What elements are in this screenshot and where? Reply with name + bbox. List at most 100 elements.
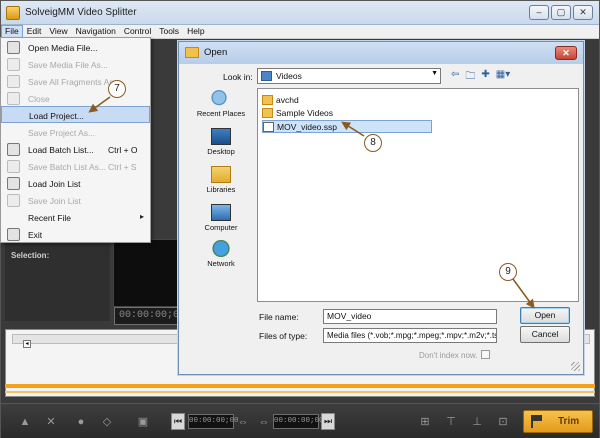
submenu-arrow-icon: ▸ [140, 212, 145, 221]
menu-item-label: Load Join List [28, 179, 81, 189]
dont-index-checkbox[interactable] [481, 350, 490, 359]
step-back-icon[interactable]: ⇔ [258, 416, 270, 428]
snapshot-icon[interactable]: ▣ [137, 416, 149, 428]
timeline-track[interactable] [5, 384, 595, 388]
dialog-nav-toolbar: ⇦ 🗀 ✚ ▦▾ [451, 69, 510, 86]
recent-places-icon [211, 90, 231, 107]
eject-icon[interactable]: ▲ [19, 416, 31, 428]
open-dialog: Open ✕ Look in: Videos ▼ ⇦ 🗀 ✚ ▦▾ Recent… [178, 41, 584, 375]
like-icon[interactable]: ● [75, 416, 87, 428]
place-recent-places[interactable]: Recent Places [187, 90, 255, 118]
menu-item-shortcut: Ctrl + O [108, 145, 138, 155]
menu-item-label: Save Join List [28, 196, 81, 206]
place-computer[interactable]: Computer [187, 204, 255, 232]
look-in-value: Videos [276, 71, 302, 81]
place-label: Recent Places [196, 109, 246, 118]
menu-item-open-media-file[interactable]: Open Media File... [1, 39, 150, 56]
file-name: avchd [276, 95, 299, 105]
menu-item-save-all-fragments: Save All Fragments As... [1, 73, 150, 90]
save-list-icon [7, 160, 20, 173]
menu-item-load-project[interactable]: Load Project... [1, 106, 150, 123]
menu-item-save-project: Save Project As... [1, 124, 150, 141]
resize-grip-icon[interactable] [571, 362, 580, 371]
dialog-close-button[interactable]: ✕ [555, 46, 577, 60]
file-name: MOV_video.ssp [277, 122, 337, 132]
list-item[interactable]: avchd [262, 94, 432, 107]
flag-icon [531, 415, 543, 428]
videos-folder-icon [261, 71, 272, 81]
cut-segment-icon[interactable]: ⊞ [419, 416, 431, 428]
step-icon[interactable]: ⇔ [237, 416, 249, 428]
menu-help[interactable]: Help [183, 25, 208, 38]
place-label: Desktop [207, 147, 235, 156]
menu-item-label: Save Project As... [28, 128, 96, 138]
place-desktop[interactable]: Desktop [187, 128, 255, 156]
list-item[interactable]: Sample Videos [262, 107, 432, 120]
places-bar: Recent Places Desktop Libraries Computer… [187, 90, 255, 274]
comment-icon[interactable]: ◇ [101, 416, 113, 428]
callout-9: 9 [499, 263, 517, 281]
callout-8: 8 [364, 134, 382, 152]
player-timecode[interactable]: 00:00:00;00 [114, 307, 180, 325]
save-join-icon [7, 194, 20, 207]
menu-item-label: Load Project... [29, 111, 84, 121]
project-file-icon [263, 122, 274, 132]
menu-item-label: Save Media File As... [28, 60, 108, 70]
menu-tools[interactable]: Tools [155, 25, 183, 38]
open-folder-icon [7, 41, 20, 54]
list-item-selected[interactable]: MOV_video.ssp [262, 120, 432, 133]
menu-item-label: Close [28, 94, 50, 104]
menu-item-load-batch-list[interactable]: Load Batch List... Ctrl + O [1, 141, 150, 158]
back-arrow-icon[interactable]: ⇦ [451, 69, 459, 86]
network-icon [211, 240, 231, 257]
folder-icon [262, 108, 273, 118]
chevron-down-icon[interactable]: ▼ [431, 70, 438, 77]
look-in-label: Look in: [223, 72, 253, 82]
dialog-title-bar: Open ✕ [179, 42, 583, 64]
open-button[interactable]: Open [520, 307, 570, 324]
timecode-out[interactable]: 00:00:00;00 [273, 414, 324, 429]
menu-item-load-join-list[interactable]: Load Join List [1, 175, 150, 192]
mark-in-icon[interactable]: ⏮ [171, 413, 185, 430]
timeline-scroll-left-icon[interactable]: ◂ [23, 340, 31, 348]
batch-icon[interactable]: ⊡ [497, 416, 509, 428]
minimize-button[interactable]: – [529, 5, 549, 20]
file-name-input[interactable]: MOV_video [323, 309, 497, 324]
place-libraries[interactable]: Libraries [187, 166, 255, 194]
file-list[interactable]: avchd Sample Videos MOV_video.ssp [257, 88, 579, 302]
maximize-button[interactable]: ▢ [551, 5, 571, 20]
view-menu-icon[interactable]: ▦▾ [496, 69, 510, 86]
menu-item-label: Exit [28, 230, 43, 240]
video-preview[interactable] [113, 239, 179, 307]
menu-item-save-batch-list: Save Batch List As... Ctrl + S [1, 158, 150, 175]
computer-icon [211, 204, 231, 221]
cancel-button[interactable]: Cancel [520, 326, 570, 343]
trim-button[interactable]: Trim [523, 410, 593, 433]
split-icon[interactable]: ⊤ [445, 416, 457, 428]
place-network[interactable]: Network [187, 240, 255, 268]
load-list-icon [7, 143, 20, 156]
timecode-in[interactable]: 00:00:00;00 [188, 414, 239, 429]
close-button[interactable]: ✕ [573, 5, 593, 20]
mark-out-icon[interactable]: ⏭ [321, 413, 335, 430]
bottom-toolbar: ▲ ✕ ● ◇ ▣ ⏮ 00:00:00;00 ⇔ ⇔ 00:00:00;00 … [1, 403, 599, 438]
menu-item-recent-file[interactable]: Recent File ▸ [1, 209, 150, 226]
folder-icon [185, 47, 199, 58]
place-label: Computer [204, 223, 238, 232]
files-of-type-select[interactable]: Media files (*.vob;*.mpg;*.mpeg;*.mpv;*.… [323, 328, 497, 343]
dialog-title: Open [204, 47, 228, 58]
menu-item-exit[interactable]: Exit [1, 226, 150, 243]
info-panel: Selection: [5, 241, 110, 321]
mute-icon[interactable]: ✕ [45, 416, 57, 428]
up-folder-icon[interactable]: 🗀 [465, 69, 475, 86]
save-icon [7, 58, 20, 71]
desktop-icon [211, 128, 231, 145]
menu-item-label: Save Batch List As... [28, 162, 106, 172]
app-title: SolveigMM Video Splitter [25, 7, 137, 18]
menu-item-close: Close [1, 90, 150, 107]
new-folder-icon[interactable]: ✚ [481, 69, 489, 86]
look-in-dropdown[interactable]: Videos ▼ [257, 68, 441, 84]
place-label: Libraries [206, 185, 236, 194]
trim-label: Trim [558, 416, 580, 427]
join-icon[interactable]: ⊥ [471, 416, 483, 428]
